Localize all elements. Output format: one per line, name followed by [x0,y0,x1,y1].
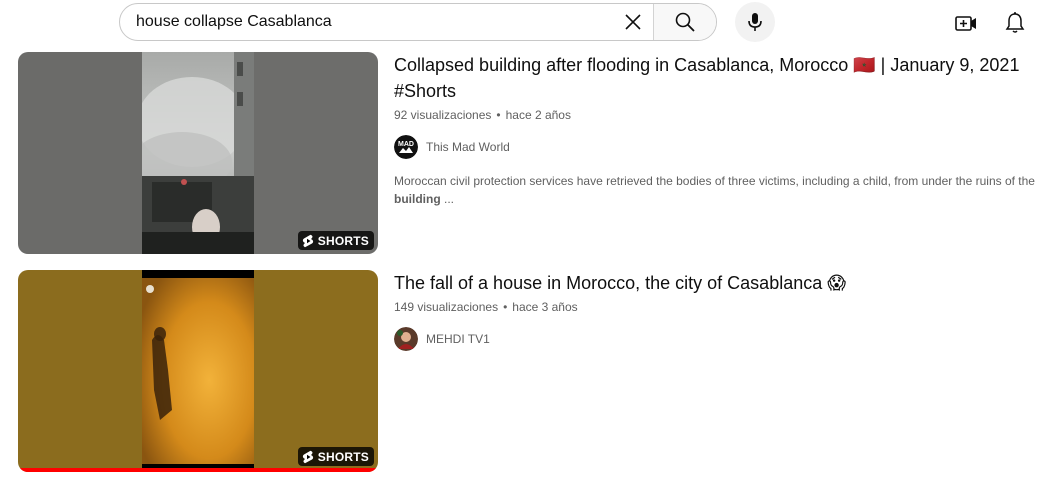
microphone-icon [748,13,762,31]
video-title[interactable]: Collapsed building after flooding in Cas… [394,52,1044,104]
video-title[interactable]: The fall of a house in Morocco, the city… [394,270,1044,296]
channel-link[interactable]: MAD This Mad World [394,135,1044,159]
video-thumbnail[interactable]: SHORTS [18,52,378,254]
upload-age: hace 3 años [512,300,578,314]
thumbnail-frame [142,270,254,472]
search-icon [675,12,695,32]
view-count: 92 visualizaciones [394,108,492,122]
svg-text:MAD: MAD [398,141,414,148]
voice-search-button[interactable] [735,2,775,42]
channel-avatar: MAD [394,135,418,159]
channel-name: MEHDI TV1 [426,332,490,346]
create-video-icon [955,16,976,31]
create-button[interactable] [953,10,979,36]
clear-search-button[interactable] [615,4,651,40]
shorts-icon [302,234,313,247]
bell-icon [1005,12,1025,33]
thumbnail-frame [142,52,254,254]
description-highlight: building [394,192,441,206]
shorts-label: SHORTS [317,449,369,464]
shorts-icon [302,450,313,463]
video-meta: 149 visualizaciones • hace 3 años [394,300,1044,314]
view-count: 149 visualizaciones [394,300,499,314]
meta-separator: • [503,300,508,314]
close-icon [625,14,641,30]
video-info: Collapsed building after flooding in Cas… [394,52,1044,208]
channel-name: This Mad World [426,140,510,154]
description-text: Moroccan civil protection services have … [394,174,1035,188]
upload-age: hace 2 años [505,108,571,122]
video-meta: 92 visualizaciones • hace 2 años [394,108,1044,122]
search-box [119,3,717,41]
description-ellipsis: ... [440,192,454,206]
search-input[interactable] [120,4,615,40]
video-description: Moroccan civil protection services have … [394,172,1044,208]
search-button[interactable] [653,4,716,40]
channel-link[interactable]: MEHDI TV1 [394,327,1044,351]
meta-separator: • [496,108,501,122]
shorts-badge: SHORTS [297,447,374,466]
watched-progress-bar [18,468,378,472]
shorts-label: SHORTS [317,233,369,248]
notifications-button[interactable] [1002,10,1028,36]
video-info: The fall of a house in Morocco, the city… [394,270,1044,351]
shorts-badge: SHORTS [297,231,374,250]
channel-avatar [394,327,418,351]
video-thumbnail[interactable]: SHORTS [18,270,378,472]
top-bar [0,0,1050,46]
